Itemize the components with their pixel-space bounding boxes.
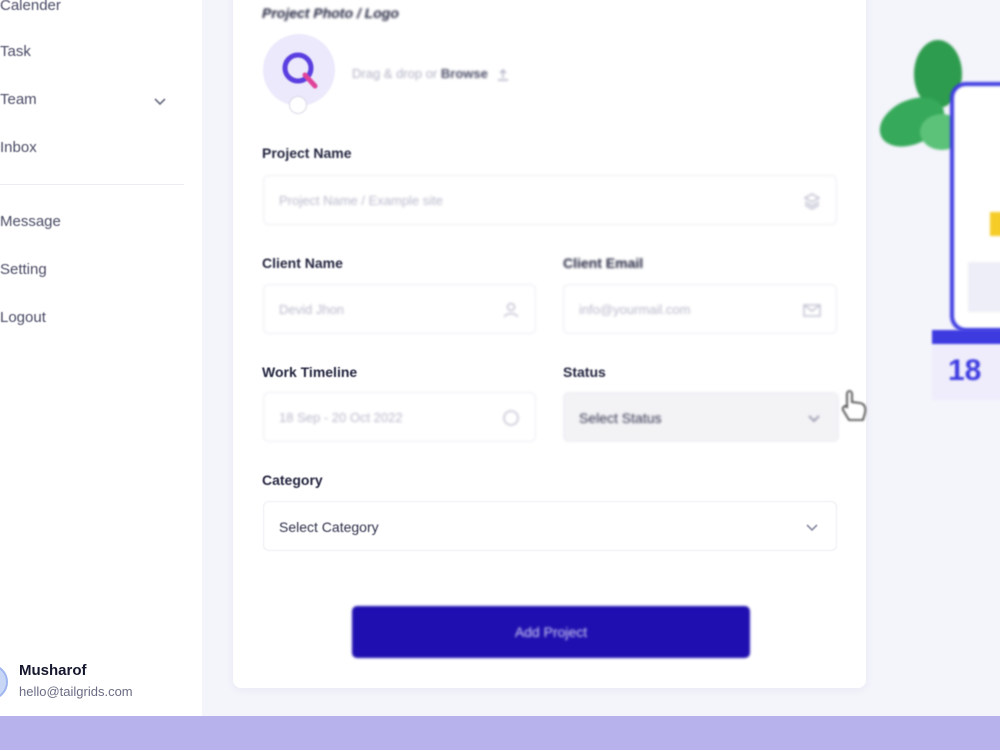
user-icon xyxy=(503,302,519,318)
project-name-label: Project Name xyxy=(262,145,352,161)
chevron-down-icon xyxy=(806,524,818,532)
client-email-label: Client Email xyxy=(563,255,644,271)
dropzone-text: Drag & drop or xyxy=(352,66,438,81)
sidebar-item-logout[interactable]: Logout xyxy=(0,309,46,326)
sidebar-item-setting[interactable]: Setting xyxy=(0,261,47,278)
clock-icon xyxy=(503,410,519,426)
chevron-down-icon xyxy=(808,415,820,423)
layers-icon xyxy=(803,193,821,210)
calendar-day: 18 xyxy=(948,354,982,387)
browse-link[interactable]: Browse xyxy=(441,66,488,81)
sidebar-divider xyxy=(0,184,184,185)
upload-icon xyxy=(498,68,509,81)
sidebar-item-message[interactable]: Message xyxy=(0,213,61,230)
sidebar-item-inbox[interactable]: Inbox xyxy=(0,139,37,156)
avatar[interactable] xyxy=(0,664,8,700)
sidebar-item-team[interactable]: Team xyxy=(0,91,37,108)
user-email: hello@tailgrids.com xyxy=(19,684,133,699)
client-name-input[interactable]: Devid Jhon xyxy=(263,284,536,334)
logo-label: Project Photo / Logo xyxy=(262,5,399,21)
status-select[interactable]: Select Status xyxy=(563,392,839,442)
phone-box xyxy=(968,262,1000,312)
timeline-placeholder: 18 Sep - 20 Oct 2022 xyxy=(279,410,403,425)
client-name-label: Client Name xyxy=(262,255,343,271)
camera-icon[interactable] xyxy=(289,96,307,114)
calendar-illustration: 18 xyxy=(932,330,1000,400)
sidebar-item-task[interactable]: Task xyxy=(0,43,31,60)
timeline-input[interactable]: 18 Sep - 20 Oct 2022 xyxy=(263,392,536,442)
timeline-label: Work Timeline xyxy=(262,364,358,380)
client-name-placeholder: Devid Jhon xyxy=(279,302,345,317)
project-name-placeholder: Project Name / Example site xyxy=(279,193,444,208)
chevron-down-icon[interactable] xyxy=(151,92,169,110)
mail-icon xyxy=(803,304,821,317)
phone-illustration xyxy=(950,82,1000,332)
client-email-placeholder: info@yourmail.com xyxy=(579,302,691,317)
category-select[interactable]: Select Category xyxy=(263,501,837,551)
add-project-button[interactable]: Add Project xyxy=(352,606,750,658)
project-name-input[interactable]: Project Name / Example site xyxy=(263,175,837,225)
logo-dropzone[interactable]: Drag & drop or Browse xyxy=(352,66,511,83)
category-value: Select Category xyxy=(279,519,379,535)
bottom-band xyxy=(0,716,1000,750)
sidebar: Calender Task Team Inbox Message Setting… xyxy=(0,0,202,716)
status-value: Select Status xyxy=(579,410,662,426)
user-name: Musharof xyxy=(19,662,87,679)
phone-bar xyxy=(990,212,1000,236)
hand-cursor-icon xyxy=(842,390,867,421)
status-label: Status xyxy=(563,364,606,380)
category-label: Category xyxy=(262,472,323,488)
client-email-input[interactable]: info@yourmail.com xyxy=(563,284,837,334)
calendar-header xyxy=(932,330,1000,344)
sidebar-item-calender[interactable]: Calender xyxy=(0,0,61,14)
